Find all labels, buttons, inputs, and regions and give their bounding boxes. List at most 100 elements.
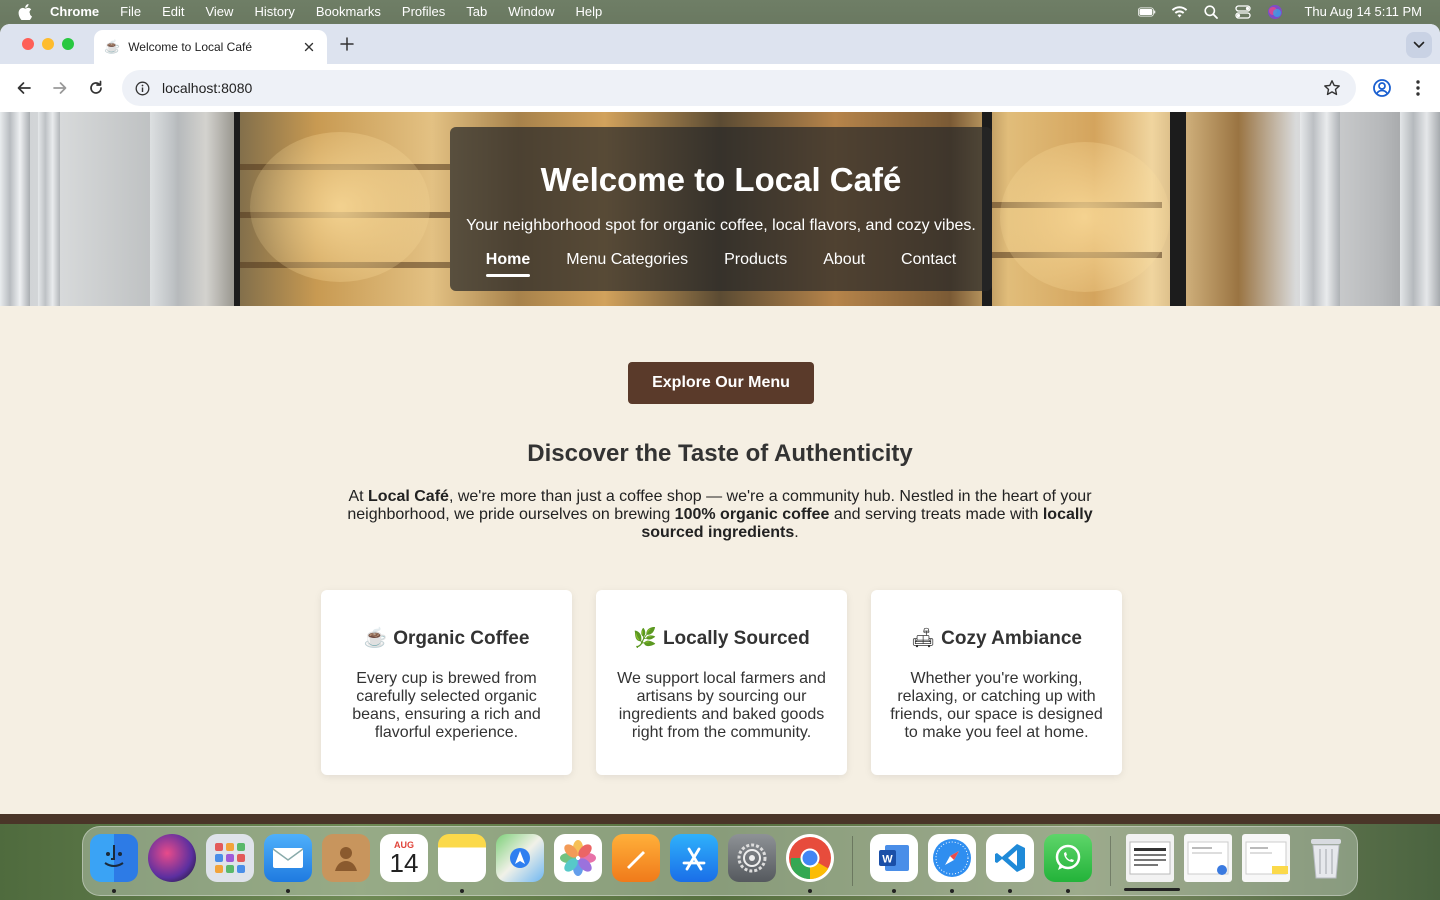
vscode-icon[interactable] [986, 834, 1034, 882]
forward-arrow-icon [53, 82, 67, 94]
safari-icon[interactable] [928, 834, 976, 882]
document-window-icon[interactable] [1184, 834, 1232, 882]
running-indicator [1008, 889, 1012, 893]
close-window-button[interactable] [22, 38, 34, 50]
chevron-down-icon [1413, 41, 1425, 48]
intro-bold-organic: 100% organic coffee [674, 506, 830, 523]
tab-search-button[interactable] [1406, 32, 1432, 58]
site-info-icon[interactable] [134, 80, 150, 96]
dock-separator [852, 836, 853, 886]
nav-products[interactable]: Products [724, 251, 787, 269]
hero-column-right-2 [1400, 112, 1440, 306]
apple-icon[interactable] [18, 3, 32, 20]
card-text: Every cup is brewed from carefully selec… [352, 670, 541, 741]
active-window-indicator [1124, 888, 1180, 891]
nav-contact[interactable]: Contact [901, 251, 956, 269]
card-title: ☕ Organic Coffee [339, 626, 554, 650]
running-indicator [892, 889, 896, 893]
feature-card-organic: ☕ Organic Coffee Every cup is brewed from… [321, 590, 572, 775]
preview-window-icon[interactable] [1126, 834, 1174, 882]
minimize-window-button[interactable] [42, 38, 54, 50]
chrome-menu-button[interactable] [1406, 76, 1430, 100]
maps-icon[interactable] [496, 834, 544, 882]
running-indicator [286, 889, 290, 893]
notes-window-icon[interactable] [1242, 834, 1290, 882]
card-text: Whether you're working, relaxing, or cat… [890, 670, 1103, 741]
menu-history[interactable]: History [254, 4, 294, 19]
running-indicator [950, 889, 954, 893]
hero-column-right [1300, 112, 1340, 306]
explore-menu-button[interactable]: Explore Our Menu [628, 362, 814, 404]
feature-cards: ☕ Organic Coffee Every cup is brewed from… [321, 590, 1122, 775]
intro-text: . [794, 524, 799, 541]
svg-text:W: W [882, 854, 893, 866]
close-tab-icon[interactable] [301, 39, 317, 55]
browser-tab-active[interactable]: ☕ Welcome to Local Café [94, 30, 327, 64]
menu-chrome[interactable]: Chrome [50, 4, 99, 19]
main-nav: Home Menu Categories Products About Cont… [450, 251, 992, 277]
intro-text: and serving treats made with [829, 506, 1043, 523]
photos-icon[interactable] [554, 834, 602, 882]
nav-about[interactable]: About [823, 251, 865, 269]
new-tab-button[interactable] [338, 34, 356, 54]
zoom-window-button[interactable] [62, 38, 74, 50]
feature-card-local: 🌿 Locally Sourced We support local farmer… [596, 590, 847, 775]
wifi-icon[interactable] [1170, 5, 1188, 19]
menu-tab[interactable]: Tab [466, 4, 487, 19]
card-text: We support local farmers and artisans by… [617, 670, 826, 741]
battery-icon[interactable] [1138, 5, 1156, 19]
address-bar[interactable]: localhost:8080 [122, 70, 1356, 106]
hero-column-left [0, 112, 30, 306]
tab-favicon: ☕ [104, 39, 121, 54]
card-title: 🌿 Locally Sourced [614, 626, 829, 650]
whatsapp-icon[interactable] [1044, 834, 1092, 882]
more-vertical-icon [1416, 80, 1420, 96]
tab-title: Welcome to Local Café [128, 40, 253, 54]
menu-profiles[interactable]: Profiles [402, 4, 445, 19]
reload-button[interactable] [84, 76, 108, 100]
siri-icon[interactable] [1266, 4, 1284, 19]
contacts-icon[interactable] [322, 834, 370, 882]
app-store-icon[interactable] [670, 834, 718, 882]
trash-icon[interactable] [1302, 834, 1350, 882]
pages-icon[interactable] [612, 834, 660, 882]
feature-card-ambiance: 🛋 Cozy Ambiance Whether you're working, r… [871, 590, 1122, 775]
hero-window-frame [1170, 112, 1186, 306]
menu-file[interactable]: File [120, 4, 141, 19]
section-title: Discover the Taste of Authenticity [527, 440, 913, 467]
coffee-cup-icon: ☕ [363, 628, 388, 649]
notes-icon[interactable] [438, 834, 486, 882]
hero-column-left-2 [38, 112, 60, 306]
herb-icon: 🌿 [633, 628, 657, 649]
spotlight-search-icon[interactable] [1202, 4, 1220, 19]
web-page: Welcome to Local Café Your neighborhood … [0, 112, 1440, 824]
nav-home[interactable]: Home [485, 251, 531, 277]
card-title-text: Locally Sourced [662, 628, 810, 649]
siri-dock-icon[interactable] [148, 834, 196, 882]
finder-icon[interactable] [90, 834, 138, 882]
menu-help[interactable]: Help [576, 4, 603, 19]
url-text[interactable]: localhost:8080 [162, 80, 1322, 96]
chrome-icon[interactable] [786, 834, 834, 882]
calendar-icon[interactable]: AUG 14 [380, 834, 428, 882]
word-icon[interactable]: W [870, 834, 918, 882]
nav-menu-categories[interactable]: Menu Categories [566, 251, 688, 269]
bookmark-star-icon[interactable] [1322, 78, 1342, 98]
hero-subtitle: Your neighborhood spot for organic coffe… [466, 217, 976, 234]
menu-edit[interactable]: Edit [162, 4, 184, 19]
browser-toolbar: localhost:8080 [0, 64, 1440, 112]
control-center-icon[interactable] [1234, 4, 1252, 19]
window-controls [22, 38, 74, 50]
system-settings-icon[interactable] [728, 834, 776, 882]
menu-bookmarks[interactable]: Bookmarks [316, 4, 381, 19]
back-button[interactable] [12, 76, 36, 100]
hero-wall-left [150, 112, 234, 306]
mail-icon[interactable] [264, 834, 312, 882]
menu-window[interactable]: Window [508, 4, 554, 19]
launchpad-icon[interactable] [206, 834, 254, 882]
forward-button[interactable] [48, 76, 72, 100]
profile-icon [1373, 79, 1391, 97]
menubar-clock[interactable]: Thu Aug 14 5:11 PM [1304, 4, 1422, 19]
menu-view[interactable]: View [205, 4, 233, 19]
profile-button[interactable] [1370, 76, 1394, 100]
